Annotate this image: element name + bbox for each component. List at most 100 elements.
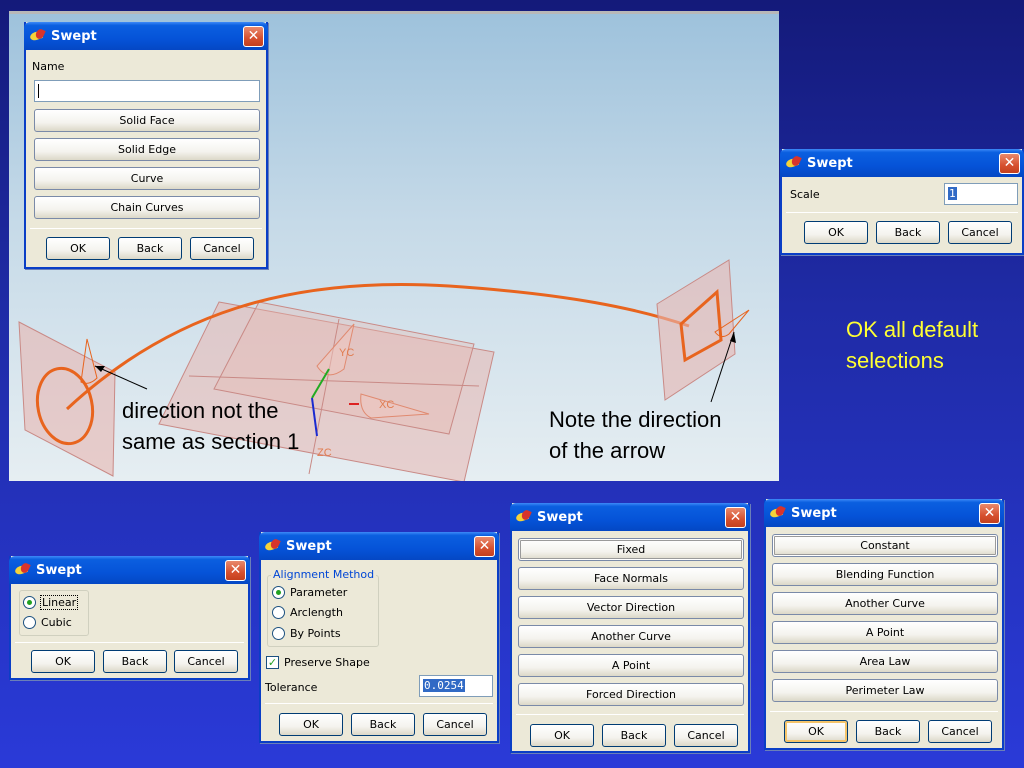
solid-edge-button[interactable]: Solid Edge [34,138,260,161]
dialog-titlebar[interactable]: Swept ✕ [9,556,250,584]
scale-label: Scale [790,188,820,201]
divider [516,714,744,715]
solid-face-button[interactable]: Solid Face [34,109,260,132]
right-annotation: Note the direction of the arrow [549,407,722,463]
divider [265,703,493,704]
nx-app-icon [15,563,31,577]
divider [30,228,262,229]
close-icon[interactable]: ✕ [979,502,1000,524]
dialog-titlebar[interactable]: Swept ✕ [510,503,750,531]
cancel-button[interactable]: Cancel [174,650,238,673]
preserve-shape-label: Preserve Shape [284,656,370,669]
name-input[interactable] [34,80,260,102]
ok-button[interactable]: OK [31,650,95,673]
nx-app-icon [516,510,532,524]
cancel-button[interactable]: Cancel [423,713,487,736]
back-button[interactable]: Back [876,221,940,244]
dialog-titlebar[interactable]: Swept ✕ [259,532,499,560]
label-xc: XC [379,399,394,411]
parameter-radio[interactable] [272,586,285,599]
scale-input[interactable]: 1 [944,183,1018,205]
dialog-title: Swept [791,505,837,521]
cancel-button[interactable]: Cancel [674,724,738,747]
tolerance-input[interactable]: 0.0254 [419,675,493,697]
label-zc: ZC [317,447,332,459]
cancel-button[interactable]: Cancel [948,221,1012,244]
dialog-titlebar[interactable]: Swept ✕ [764,499,1004,527]
back-button[interactable]: Back [351,713,415,736]
alignment-method-label: Alignment Method [271,568,377,581]
chain-curves-button[interactable]: Chain Curves [34,196,260,219]
tolerance-value: 0.0254 [423,679,465,692]
name-label: Name [32,60,65,73]
label-yc: YC [339,347,354,359]
dialog-titlebar[interactable]: Swept ✕ [24,22,268,50]
area-law-button[interactable]: Area Law [772,650,998,673]
nx-app-icon [786,156,802,170]
back-button[interactable]: Back [602,724,666,747]
close-icon[interactable]: ✕ [725,506,746,528]
cubic-label: Cubic [41,616,72,629]
swept-scale-dialog: Swept ✕ Scale 1 OK Back Cancel [780,149,1024,255]
tolerance-label: Tolerance [265,681,318,694]
cancel-button[interactable]: Cancel [928,720,992,743]
left-annotation: direction not the same as section 1 [122,398,300,454]
a-point-button[interactable]: A Point [772,621,998,644]
vector-direction-button[interactable]: Vector Direction [518,596,744,619]
linear-label: Linear [39,595,79,610]
cancel-button[interactable]: Cancel [190,237,254,260]
by-points-radio[interactable] [272,627,285,640]
close-icon[interactable]: ✕ [225,559,246,581]
swept-alignment-dialog: Swept ✕ Alignment Method Parameter Arcle… [259,532,499,743]
ok-button[interactable]: OK [784,720,848,743]
nx-app-icon [30,29,46,43]
right-section-plane [656,259,736,401]
another-curve-button[interactable]: Another Curve [518,625,744,648]
ok-button[interactable]: OK [46,237,110,260]
dialog-titlebar[interactable]: Swept ✕ [780,149,1024,177]
curve-button[interactable]: Curve [34,167,260,190]
divider [786,212,1018,213]
swept-orientation-dialog: Swept ✕ Fixed Face Normals Vector Direct… [510,503,750,753]
forced-direction-button[interactable]: Forced Direction [518,683,744,706]
swept-interpolation-dialog: Swept ✕ Linear Cubic OK Back Cancel [9,556,250,680]
divider [770,711,998,712]
fixed-button[interactable]: Fixed [518,538,744,561]
ok-button[interactable]: OK [279,713,343,736]
blending-function-button[interactable]: Blending Function [772,563,998,586]
nx-app-icon [770,506,786,520]
face-normals-button[interactable]: Face Normals [518,567,744,590]
back-button[interactable]: Back [856,720,920,743]
cubic-radio[interactable] [23,616,36,629]
swept-scaling-dialog: Swept ✕ Constant Blending Function Anoth… [764,499,1004,750]
dialog-title: Swept [286,538,332,554]
left-section-plane [18,321,116,477]
ok-button[interactable]: OK [530,724,594,747]
swept-section-dialog: Swept ✕ Name Solid Face Solid Edge Curve… [24,22,268,269]
linear-radio[interactable] [23,596,36,609]
arclength-radio[interactable] [272,606,285,619]
close-icon[interactable]: ✕ [243,25,264,47]
by-points-label: By Points [290,627,341,640]
nx-app-icon [265,539,281,553]
dialog-title: Swept [537,509,583,525]
parameter-label: Parameter [290,586,348,599]
close-icon[interactable]: ✕ [999,152,1020,174]
constant-button[interactable]: Constant [772,534,998,557]
text-cursor [38,83,39,98]
scale-value: 1 [948,187,957,200]
preserve-shape-checkbox[interactable]: ✓ [266,656,279,669]
ok-button[interactable]: OK [804,221,868,244]
a-point-button[interactable]: A Point [518,654,744,677]
dialog-title: Swept [807,155,853,171]
dialog-title: Swept [36,562,82,578]
close-icon[interactable]: ✕ [474,535,495,557]
perimeter-law-button[interactable]: Perimeter Law [772,679,998,702]
back-button[interactable]: Back [118,237,182,260]
back-button[interactable]: Back [103,650,167,673]
side-note: OK all default selections [846,317,979,373]
another-curve-button[interactable]: Another Curve [772,592,998,615]
dialog-title: Swept [51,28,97,44]
arclength-label: Arclength [290,606,343,619]
divider [15,642,244,643]
